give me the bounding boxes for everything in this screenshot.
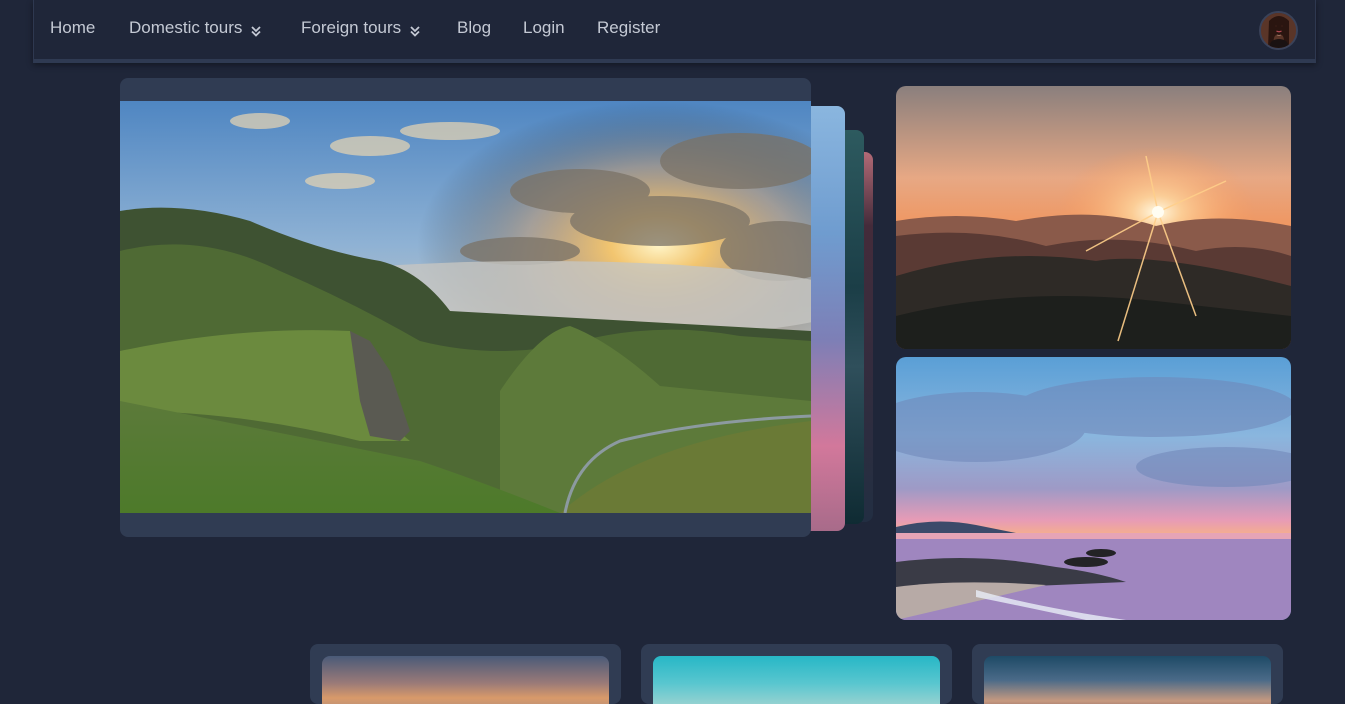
user-avatar[interactable] [1259, 11, 1298, 50]
nav-register-link[interactable]: Register [597, 17, 660, 39]
double-chevron-down-icon [249, 23, 263, 37]
nav-register-label: Register [597, 18, 661, 37]
nav-login-link[interactable]: Login [523, 17, 565, 39]
tour-card[interactable] [972, 644, 1283, 704]
top-navbar: Home Domestic tours Foreign tours Blog L… [33, 0, 1316, 63]
mountain-sunset-image[interactable] [896, 86, 1291, 349]
tour-card[interactable] [310, 644, 621, 704]
hero-carousel-card[interactable] [120, 78, 811, 537]
tour-card-image [984, 656, 1271, 704]
hero-landscape-image [120, 101, 811, 513]
tour-card-image [653, 656, 940, 704]
sunset-beach-image[interactable] [896, 357, 1291, 620]
tour-card-image [322, 656, 609, 704]
nav-login-label: Login [523, 18, 565, 37]
nav-home-label: Home [50, 18, 96, 37]
nav-blog-link[interactable]: Blog [457, 17, 491, 39]
tour-card[interactable] [641, 644, 952, 704]
nav-foreign-tours-link[interactable]: Foreign tours [301, 17, 422, 39]
nav-home-link[interactable]: Home [50, 17, 95, 39]
nav-domestic-tours-link[interactable]: Domestic tours [129, 17, 263, 39]
nav-domestic-tours-label: Domestic tours [129, 18, 243, 37]
double-chevron-down-icon [408, 23, 422, 37]
nav-foreign-tours-label: Foreign tours [301, 18, 402, 37]
nav-blog-label: Blog [457, 18, 492, 37]
